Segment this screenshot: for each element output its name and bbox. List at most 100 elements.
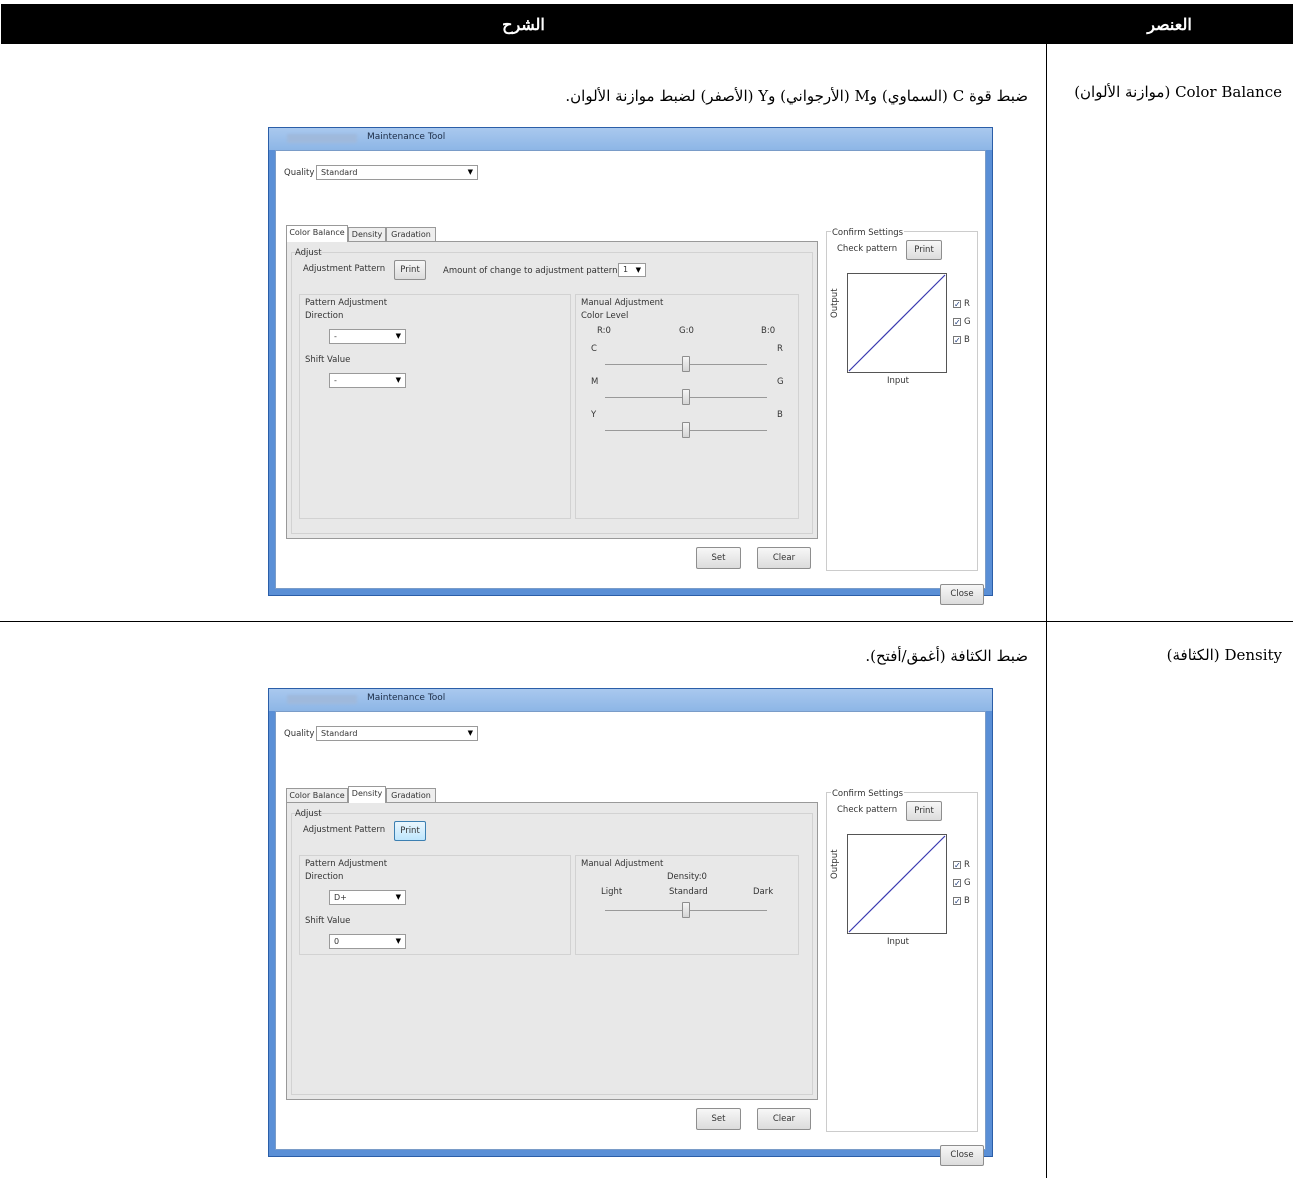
adjustment-pattern-label: Adjustment Pattern — [303, 264, 386, 274]
checkbox-g[interactable]: ✓ — [953, 879, 961, 888]
checkbox-b[interactable]: ✓ — [953, 336, 961, 345]
confirm-settings-group: Confirm Settings Check pattern Print Out… — [826, 789, 978, 1132]
window-body: Quality Standard ▼ Color Balance Density… — [275, 150, 986, 605]
shift-value-select[interactable]: - ▼ — [329, 373, 406, 388]
checkbox-b-label: B — [964, 335, 970, 345]
check-pattern-label: Check pattern — [837, 805, 898, 815]
level-r: R:0 — [597, 326, 611, 336]
checkbox-b-label: B — [964, 896, 970, 906]
confirm-settings-label: Confirm Settings — [831, 228, 905, 238]
dropdown-arrow-icon: ▼ — [395, 376, 401, 384]
shift-value-select-value: 0 — [334, 937, 340, 946]
slider-g-label: G — [777, 377, 784, 387]
tab-density[interactable]: Density — [348, 227, 386, 241]
quality-select[interactable]: Standard ▼ — [316, 165, 478, 180]
check-pattern-print-button[interactable]: Print — [906, 240, 942, 260]
input-axis-label: Input — [887, 937, 910, 947]
adjustment-print-button[interactable]: Print — [394, 260, 426, 280]
manual-adjustment-label: Manual Adjustment — [581, 859, 664, 869]
amount-select-value: 1 — [623, 265, 629, 274]
quality-select-value: Standard — [321, 729, 358, 738]
blurred-product-name — [287, 695, 357, 704]
column-header-description: الشرح — [1, 4, 1046, 44]
level-g: G:0 — [679, 326, 694, 336]
density-dark-label: Dark — [753, 887, 774, 897]
maintenance-tool-window-density: Maintenance Tool Quality Standard ▼ Colo… — [268, 688, 993, 1166]
color-level-label: Color Level — [581, 311, 629, 321]
pattern-adjustment-label: Pattern Adjustment — [305, 859, 388, 869]
slider-b-label: B — [777, 410, 783, 420]
tab-density[interactable]: Density — [348, 786, 386, 803]
input-axis-label: Input — [887, 376, 910, 386]
check-pattern-label: Check pattern — [837, 244, 898, 254]
blurred-product-name — [287, 134, 357, 143]
quality-label: Quality — [284, 729, 315, 739]
shift-value-select[interactable]: 0 ▼ — [329, 934, 406, 949]
quality-label: Quality — [284, 168, 315, 178]
window-titlebar: Maintenance Tool — [269, 689, 992, 711]
confirm-settings-label: Confirm Settings — [831, 789, 905, 799]
direction-select[interactable]: D+ ▼ — [329, 890, 406, 905]
slider-y-label: Y — [591, 410, 597, 420]
column-divider — [1046, 44, 1047, 1178]
direction-select[interactable]: - ▼ — [329, 329, 406, 344]
output-axis-label: Output — [830, 288, 840, 318]
column-header-item: العنصر — [1046, 4, 1293, 44]
dropdown-arrow-icon: ▼ — [467, 168, 473, 176]
tab-color-balance[interactable]: Color Balance — [286, 225, 348, 242]
close-button[interactable]: Close — [940, 1145, 984, 1166]
checkbox-b[interactable]: ✓ — [953, 897, 961, 906]
slider-c-label: C — [591, 344, 597, 354]
window-titlebar: Maintenance Tool — [269, 128, 992, 150]
shift-value-select-value: - — [334, 376, 337, 385]
pattern-adjustment-label: Pattern Adjustment — [305, 298, 388, 308]
tab-color-balance[interactable]: Color Balance — [286, 788, 348, 802]
level-b: B:0 — [761, 326, 776, 336]
set-button[interactable]: Set — [696, 1108, 741, 1130]
checkbox-g[interactable]: ✓ — [953, 318, 961, 327]
slider-mg-thumb[interactable] — [682, 389, 690, 405]
density-value: Density:0 — [667, 872, 707, 882]
tab-gradation[interactable]: Gradation — [386, 227, 436, 241]
tone-curve-graph — [847, 834, 947, 934]
check-pattern-print-button[interactable]: Print — [906, 801, 942, 821]
adjustment-print-button[interactable]: Print — [394, 821, 426, 841]
quality-select-value: Standard — [321, 168, 358, 177]
window-title: Maintenance Tool — [367, 132, 446, 142]
clear-button[interactable]: Clear — [757, 547, 811, 569]
manual-adjustment-label: Manual Adjustment — [581, 298, 664, 308]
checkbox-r-label: R — [964, 860, 970, 870]
checkbox-r-label: R — [964, 299, 970, 309]
quality-select[interactable]: Standard ▼ — [316, 726, 478, 741]
window-title: Maintenance Tool — [367, 693, 446, 703]
amount-label: Amount of change to adjustment pattern — [443, 266, 618, 276]
confirm-settings-group: Confirm Settings Check pattern Print Out… — [826, 228, 978, 571]
adjust-label: Adjust — [295, 248, 322, 258]
tone-curve-graph — [847, 273, 947, 373]
slider-m-label: M — [591, 377, 599, 387]
slider-yb-thumb[interactable] — [682, 422, 690, 438]
dropdown-arrow-icon: ▼ — [467, 729, 473, 737]
dropdown-arrow-icon: ▼ — [635, 266, 641, 274]
direction-select-value: - — [334, 332, 337, 341]
checkbox-r[interactable]: ✓ — [953, 861, 961, 870]
tab-gradation[interactable]: Gradation — [386, 788, 436, 802]
checkbox-g-label: G — [964, 317, 971, 327]
slider-cr-thumb[interactable] — [682, 356, 690, 372]
dropdown-arrow-icon: ▼ — [395, 332, 401, 340]
close-button[interactable]: Close — [940, 584, 984, 605]
window-body: Quality Standard ▼ Color Balance Density… — [275, 711, 986, 1166]
checkbox-g-label: G — [964, 878, 971, 888]
description-density: ضبط الكثافة (أغمق/أفتح). — [865, 647, 1028, 665]
amount-select[interactable]: 1 ▼ — [618, 263, 646, 277]
shift-value-label: Shift Value — [305, 916, 351, 926]
density-slider-thumb[interactable] — [682, 902, 690, 918]
adjust-label: Adjust — [295, 809, 322, 819]
clear-button[interactable]: Clear — [757, 1108, 811, 1130]
pattern-adjustment-group — [299, 294, 571, 519]
checkbox-r[interactable]: ✓ — [953, 300, 961, 309]
color-balance-panel: Adjust Adjustment Pattern Print Amount o… — [286, 241, 818, 539]
item-color-balance: Color Balance (موازنة الألوان) — [1074, 83, 1282, 101]
row-divider — [0, 621, 1293, 622]
set-button[interactable]: Set — [696, 547, 741, 569]
